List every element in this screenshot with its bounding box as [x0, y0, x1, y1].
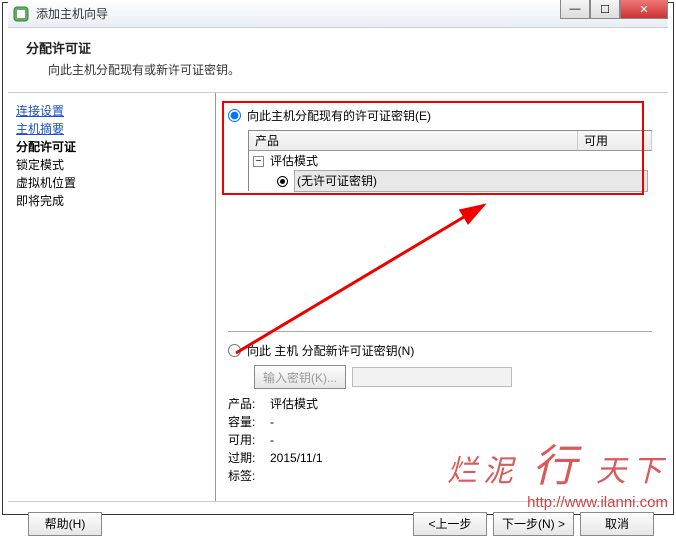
info-product-value: 评估模式: [270, 395, 318, 413]
col-available: 可用: [578, 131, 652, 151]
radio-assign-new-label: 向此 主机 分配新许可证密钥(N): [247, 342, 414, 359]
help-button[interactable]: 帮助(H): [28, 512, 102, 536]
page-subtitle: 向此主机分配现有或新许可证密钥。: [48, 61, 650, 78]
enter-key-button[interactable]: 输入密钥(K)...: [254, 365, 346, 389]
license-info: 产品:评估模式 容量:- 可用:- 过期:2015/11/1 标签:: [228, 395, 652, 485]
step-lockdown-mode: 锁定模式: [16, 157, 207, 173]
wizard-footer: 帮助(H) <上一步 下一步(N) > 取消: [8, 501, 668, 545]
col-product: 产品: [249, 131, 578, 151]
radio-assign-new-input[interactable]: [228, 344, 241, 357]
maximize-button[interactable]: ☐: [590, 0, 620, 19]
table-row-nokey[interactable]: (无许可证密钥): [249, 171, 652, 191]
info-product-label: 产品:: [228, 395, 270, 413]
row-mode-label: 评估模式: [270, 151, 318, 171]
step-vm-location: 虚拟机位置: [16, 175, 207, 191]
info-available-value: -: [270, 431, 274, 449]
minimize-button[interactable]: —: [560, 0, 590, 19]
info-available-label: 可用:: [228, 431, 270, 449]
app-icon: [12, 5, 30, 23]
info-capacity-label: 容量:: [228, 413, 270, 431]
radio-assign-existing[interactable]: 向此主机分配现有的许可证密钥(E): [228, 107, 652, 124]
step-ready-complete: 即将完成: [16, 193, 207, 209]
radio-assign-new[interactable]: 向此 主机 分配新许可证密钥(N): [228, 342, 652, 359]
back-button[interactable]: <上一步: [413, 512, 487, 536]
radio-assign-existing-label: 向此主机分配现有的许可证密钥(E): [247, 107, 431, 124]
next-button[interactable]: 下一步(N) >: [493, 512, 574, 536]
titlebar: 添加主机向导 — ☐ ✕: [8, 0, 668, 28]
wizard-header: 分配许可证 向此主机分配现有或新许可证密钥。: [8, 28, 668, 93]
wizard-steps-sidebar: 连接设置 主机摘要 分配许可证 锁定模式 虚拟机位置 即将完成: [8, 93, 216, 501]
info-capacity-value: -: [270, 413, 274, 431]
cancel-button[interactable]: 取消: [580, 512, 654, 536]
table-row-mode[interactable]: − 评估模式: [249, 151, 652, 171]
step-assign-license: 分配许可证: [16, 139, 207, 155]
radio-assign-existing-input[interactable]: [228, 109, 241, 122]
page-title: 分配许可证: [26, 38, 650, 57]
info-tag-label: 标签:: [228, 467, 270, 485]
step-host-summary[interactable]: 主机摘要: [16, 121, 207, 137]
info-expires-value: 2015/11/1: [270, 449, 323, 467]
row-nokey-label: (无许可证密钥): [294, 170, 648, 192]
wizard-content: 向此主机分配现有的许可证密钥(E) 产品 可用 − 评估模式 (无许可证密钥: [216, 93, 668, 501]
info-expires-label: 过期:: [228, 449, 270, 467]
close-button[interactable]: ✕: [620, 0, 668, 19]
radio-selected-icon: [277, 176, 288, 187]
license-table: 产品 可用 − 评估模式 (无许可证密钥): [248, 130, 652, 191]
collapse-icon[interactable]: −: [253, 156, 264, 167]
step-connection-settings[interactable]: 连接设置: [16, 103, 207, 119]
license-key-input: [352, 367, 512, 387]
